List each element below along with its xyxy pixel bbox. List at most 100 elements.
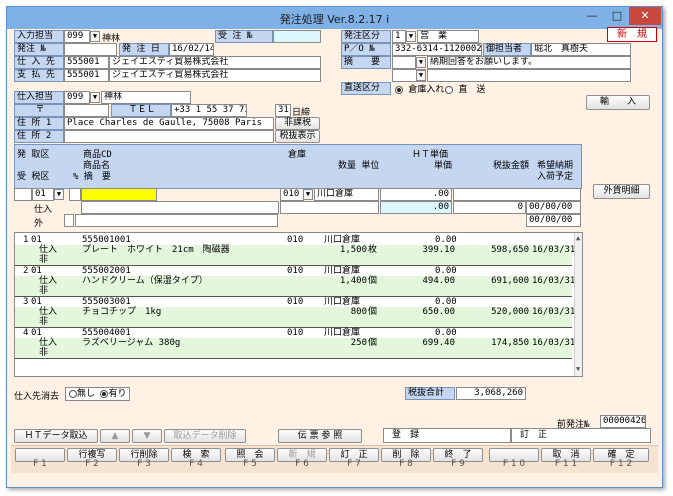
edit-ht-price[interactable]: .00 [380,188,452,201]
f4-key-label: F 4 [189,459,203,469]
po-field[interactable]: 332-6314-1120002 [392,43,482,56]
chevron-down-icon[interactable]: ▼ [416,57,426,68]
edit-warehouse-code[interactable]: 010 [280,188,304,201]
delete-import-button[interactable]: 取込データ削除 [164,429,246,443]
foreign-detail-button[interactable]: 外貨明細 [593,184,650,199]
summary-field-3[interactable] [427,69,631,82]
edit-product-name[interactable] [81,201,279,214]
direct-option-warehouse[interactable]: 倉庫入れ [395,82,444,95]
row-code: 555002001 [82,266,131,276]
row-warehouse-name: 川口倉庫 [324,328,361,338]
row-no: 4 [23,328,29,338]
po-label: P／O № [341,43,391,56]
chevron-down-icon[interactable]: ▼ [54,189,64,200]
grid-header: 発 取区 商品CD 商品名 倉庫 数量 単位 ＨＴ単価 単価 税抜金額 希望納期… [14,144,582,189]
chevron-down-icon[interactable]: ▼ [90,92,100,103]
table-row[interactable]: 4 01 555004001 010 川口倉庫 0.00 仕入 ラズベリージャム… [15,328,575,359]
direct-option-direct[interactable]: 直 送 [445,82,485,95]
chevron-down-icon[interactable]: ▼ [416,70,426,81]
chevron-down-icon[interactable]: ▼ [406,31,416,42]
edit-product-code[interactable] [81,188,157,201]
order-type-label: 発注区分 [341,30,391,43]
row-kind: 仕入 [39,338,58,348]
order-no-field[interactable] [64,43,117,56]
address1-label: 住 所 1 [14,117,64,130]
row-name: ラズベリージャム 380g [82,338,181,348]
supplier-label: 仕 入 先 [14,56,64,69]
slip-reference-button[interactable]: 伝 票 参 照 [278,429,362,443]
register-status: 登 録 [383,428,511,443]
ht-import-button[interactable]: ＨＴデータ取込 [14,429,98,443]
row-tax: 非 [39,286,49,296]
edit-outside-flag[interactable] [64,214,74,227]
move-up-button[interactable]: ▲ [100,429,130,443]
row-tax: 非 [39,317,49,327]
header-recv: 受 税区 [17,172,50,182]
move-down-button[interactable]: ▼ [132,429,162,443]
purchase-person-code[interactable]: 099 [64,91,90,104]
scroll-up-icon[interactable]: ▲ [576,234,580,242]
address1-field[interactable]: Place Charles de Gaulle, 75008 Paris [64,117,274,130]
edit-date2[interactable]: 00/00/00 [526,214,581,227]
edit-memo[interactable] [75,214,278,227]
header-memo: % 摘 要 [73,172,111,182]
row-warehouse-code: 010 [287,266,304,276]
input-person-code[interactable]: 099 [64,30,90,43]
total-field: 3,068,260 [456,387,526,400]
import-button[interactable]: 輸 入 [586,95,650,110]
f9-key-label: F 9 [451,459,465,469]
supplier-code[interactable]: 555001 [64,56,109,69]
edit-qty[interactable] [280,201,379,214]
chevron-down-icon[interactable]: ▼ [303,189,313,200]
row-date: 16/03/31 [532,245,576,255]
order-date-field[interactable]: 16/02/14 [169,43,214,56]
row-type: 01 [31,235,42,245]
edit-tax-code[interactable] [69,188,81,201]
edit-flag[interactable] [14,188,32,201]
row-qty: 1,500 [339,245,367,255]
row-amount: 598,650 [491,245,529,255]
tel-label: ＴＥＬ [111,104,171,117]
order-lines-list[interactable]: 1 01 555001001 010 川口倉庫 0.00 仕入 プレート ホワイ… [14,232,583,377]
order-window: 発注処理 Ver.8.2.17 i — □ ✕ 入力担当 099 ▼ 神林 発注… [6,6,663,488]
close-icon[interactable]: ✕ [629,7,661,25]
row-tax: 非 [39,255,49,265]
purchase-person-name: 神林 [101,91,191,104]
supplier-name[interactable]: ジェイエスティ貿易株式会社 [109,56,321,69]
header-warehouse: 倉庫 [288,150,307,160]
edit-type-code[interactable]: 01 [32,188,54,201]
address2-field[interactable] [64,130,274,143]
minimize-icon[interactable]: — [580,7,604,25]
maximize-icon[interactable]: □ [605,7,629,25]
radio-icon[interactable] [69,389,77,398]
header-qty: 数量 単位 [338,161,380,171]
radio-selected-icon[interactable] [395,85,403,94]
table-row[interactable]: 3 01 555003001 010 川口倉庫 0.00 仕入 チョコチップ 1… [15,297,575,328]
closing-day-field[interactable]: 31 [275,104,291,117]
zip-field[interactable] [64,104,109,117]
edit-price[interactable]: .00 [380,201,452,214]
edit-empty-cell[interactable] [453,188,581,201]
tel-field[interactable]: +33 1 55 37 73 [171,104,247,117]
payee-name[interactable]: ジェイエスティ貿易株式会社 [109,69,321,82]
tax-exempt-button[interactable]: 非課税 [275,117,320,130]
f12-key-label: F 1 2 [609,459,633,469]
list-scrollbar[interactable]: ▲ ▼ [574,233,582,376]
tax-display-button[interactable]: 税抜表示 [275,130,320,143]
radio-icon[interactable] [445,85,453,94]
scroll-down-icon[interactable]: ▼ [576,365,580,373]
row-amount: 520,000 [491,307,529,317]
table-row[interactable]: 1 01 555001001 010 川口倉庫 0.00 仕入 プレート ホワイ… [15,235,576,266]
chevron-down-icon[interactable]: ▼ [90,31,100,42]
table-row[interactable]: 2 01 555002001 010 川口倉庫 0.00 仕入 ハンドクリーム（… [15,266,575,297]
order-type-code[interactable]: 1 [392,30,406,43]
summary-code[interactable] [392,56,416,69]
receive-no-field[interactable] [273,30,321,43]
radio-selected-icon[interactable] [100,389,109,398]
row-amount: 174,850 [491,338,529,348]
summary-field-1[interactable]: 納期回答をお願いします。 [427,56,631,69]
payee-code[interactable]: 555001 [64,69,109,82]
row-qty: 250 [350,338,367,348]
contact-field[interactable]: 堀北 真樹夫 [531,43,631,56]
edit-date1[interactable]: 00/00/00 [526,201,581,214]
